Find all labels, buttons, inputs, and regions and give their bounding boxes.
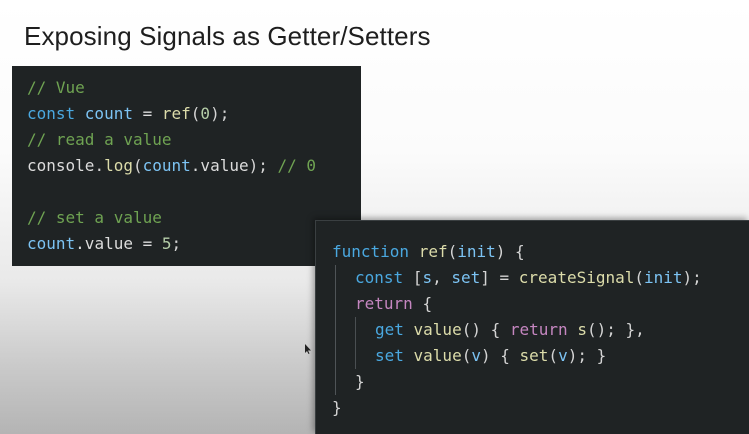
code-token: const <box>355 268 413 287</box>
code-token: . <box>94 156 105 175</box>
code-token: // 0 <box>277 156 317 175</box>
code-token: count <box>142 156 191 175</box>
code-token: function <box>332 242 419 261</box>
code-token: s <box>422 268 433 287</box>
code-token: ( <box>634 268 645 287</box>
code-token: v <box>471 346 481 365</box>
code-token: count <box>84 104 133 123</box>
code-token: init <box>644 268 683 287</box>
ref-implementation-code-panel: function ref(init) {const [s, set] = cre… <box>315 220 749 434</box>
mouse-pointer-icon <box>305 344 311 354</box>
code-token: ); <box>210 104 230 123</box>
vue-code-panel: // Vue const count = ref(0);// read a val… <box>12 66 361 266</box>
code-token: ) { <box>480 346 520 365</box>
code-token: s <box>577 320 587 339</box>
code-line: return { <box>332 291 749 317</box>
code-token: set <box>519 346 549 365</box>
code-token: ; <box>171 234 182 253</box>
code-line: const [s, set] = createSignal(init); <box>332 265 749 291</box>
indent-guide <box>335 317 355 343</box>
indent-guide <box>355 343 375 369</box>
indent-guide <box>335 265 355 291</box>
code-token: set <box>451 268 481 287</box>
code-token: .value = <box>75 234 162 253</box>
code-line: count.value = 5; <box>27 231 361 257</box>
code-token: ] = <box>480 268 519 287</box>
code-token: 0 <box>200 104 211 123</box>
code-line: // read a value <box>27 127 361 153</box>
code-token: { <box>422 294 433 313</box>
code-token: // Vue <box>27 78 85 97</box>
code-token: log <box>104 156 133 175</box>
code-token: ref <box>161 104 191 123</box>
code-token: value <box>413 346 462 365</box>
code-token: ( <box>461 346 472 365</box>
code-line: // Vue <box>27 75 361 101</box>
code-token: count <box>27 234 76 253</box>
code-token: ( <box>132 156 143 175</box>
code-token: ); <box>248 156 278 175</box>
code-token: const <box>27 104 85 123</box>
code-token: ); } <box>567 346 607 365</box>
code-token: 5 <box>161 234 172 253</box>
code-token: ( <box>447 242 458 261</box>
code-token: (); }, <box>586 320 645 339</box>
code-token: // set a value <box>27 208 162 227</box>
indent-guide <box>335 291 355 317</box>
code-token: ( <box>548 346 559 365</box>
code-token: () { <box>461 320 510 339</box>
code-token: value <box>413 320 462 339</box>
indent-guide <box>335 369 355 395</box>
code-line: // set a value <box>27 205 361 231</box>
code-line: set value(v) { set(v); } <box>332 343 749 369</box>
code-token: // read a value <box>27 130 172 149</box>
code-line: } <box>332 395 749 421</box>
code-token: = <box>132 104 162 123</box>
code-token: ref <box>418 242 448 261</box>
code-line: console.log(count.value); // 0 <box>27 153 361 179</box>
code-token: ); <box>682 268 702 287</box>
code-token: v <box>558 346 568 365</box>
code-line: } <box>332 369 749 395</box>
code-token: [ <box>412 268 423 287</box>
code-line: get value() { return s(); }, <box>332 317 749 343</box>
code-line <box>27 179 361 205</box>
code-token: return <box>355 294 423 313</box>
code-token: , <box>432 268 452 287</box>
code-token: console <box>27 156 95 175</box>
code-token: set <box>375 346 414 365</box>
code-token: } <box>355 372 365 391</box>
code-token: return <box>509 320 578 339</box>
indent-guide <box>355 317 375 343</box>
code-token: ) { <box>495 242 525 261</box>
code-token: .value <box>190 156 249 175</box>
indent-guide <box>335 343 355 369</box>
code-line: function ref(init) { <box>332 239 749 265</box>
code-token: get <box>375 320 414 339</box>
slide-title: Exposing Signals as Getter/Setters <box>24 21 431 51</box>
code-token: createSignal <box>518 268 635 287</box>
code-token: init <box>457 242 496 261</box>
code-token: } <box>332 398 342 417</box>
code-token: ( <box>190 104 201 123</box>
code-line: const count = ref(0); <box>27 101 361 127</box>
